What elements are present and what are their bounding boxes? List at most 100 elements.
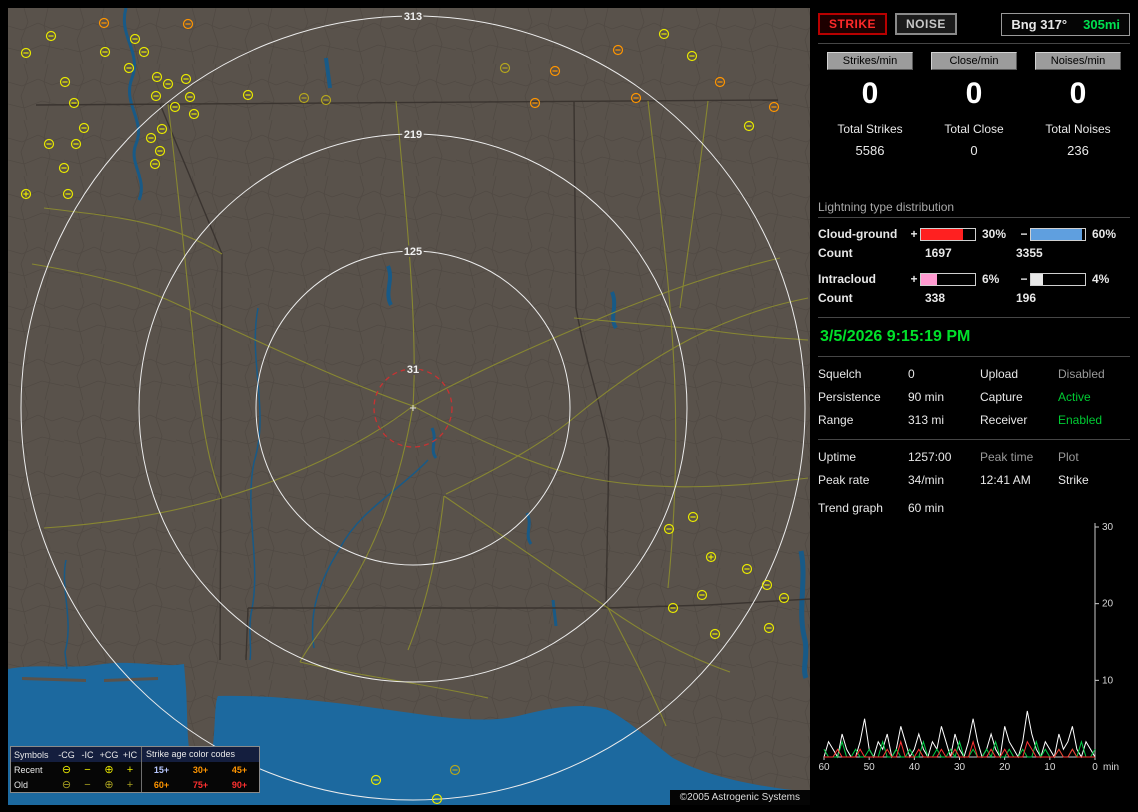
status-label: Range: [818, 413, 908, 427]
lightning-map[interactable]: 31321912531 Symbols -CG -IC +CG +IC Rece…: [8, 8, 810, 805]
stat-label: Peak time: [980, 450, 1058, 464]
distribution-label: Intracloud: [818, 272, 908, 286]
minus-sign: −: [1018, 272, 1030, 286]
legend-age-row: 60+75+90+: [142, 777, 259, 792]
distribution-label: Cloud-ground: [818, 227, 908, 241]
datetime-display: 3/5/2026 9:15:19 PM: [818, 321, 1130, 353]
counter-label: Close/min: [931, 52, 1017, 70]
cg-positive-pct: 30%: [976, 227, 1018, 241]
x-tick-label: 20: [999, 762, 1011, 771]
count-label: Count: [818, 291, 908, 305]
plus-sign: +: [908, 227, 920, 241]
cloud-ground-counts: Count 1697 3355: [818, 246, 1130, 260]
strike-indicator[interactable]: STRIKE: [818, 13, 887, 35]
counter-value: 0: [922, 77, 1026, 111]
cloud-ground-row: Cloud-ground + 30% − 60%: [818, 227, 1130, 241]
counter-value: 0: [818, 77, 922, 111]
legend-row: Recent⊖−⊕+: [11, 762, 141, 777]
stat-label: Uptime: [818, 450, 908, 464]
counter-label: Noises/min: [1035, 52, 1121, 70]
status-value: 313 mi: [908, 413, 980, 427]
ic-positive-bar: [920, 273, 976, 286]
divider: [818, 43, 1130, 44]
status-label: Upload: [980, 367, 1058, 381]
status-label: Receiver: [980, 413, 1058, 427]
cg-positive-count: 1697: [908, 246, 1006, 260]
age-code-label: 45+: [220, 765, 259, 775]
divider: [818, 439, 1130, 440]
divider: [818, 317, 1130, 318]
legend-m-symbol: −: [77, 780, 98, 790]
legend-col-neg-cg: -CG: [56, 750, 77, 760]
age-code-label: 90+: [220, 780, 259, 790]
total-value: 236: [1026, 143, 1130, 158]
map-canvas: 31321912531: [8, 8, 810, 805]
legend-p-symbol: +: [120, 780, 140, 790]
total-value: 5586: [818, 143, 922, 158]
intracloud-counts: Count 338 196: [818, 291, 1130, 305]
status-value: 0: [908, 367, 980, 381]
legend-cp-symbol: ⊕: [98, 765, 120, 775]
legend-symbols-header-row: Symbols -CG -IC +CG +IC: [11, 747, 141, 762]
x-tick-label: 30: [954, 762, 966, 771]
age-code-label: 75+: [181, 780, 220, 790]
noise-indicator[interactable]: NOISE: [895, 13, 957, 35]
status-label: Squelch: [818, 367, 908, 381]
status-value: Active: [1058, 390, 1130, 404]
y-tick-label: 10: [1102, 675, 1114, 686]
indicator-bar: STRIKE NOISE Bng 317° 305mi: [818, 8, 1130, 40]
bearing-value: Bng 317°: [1011, 17, 1067, 32]
ic-negative-count: 196: [1006, 291, 1130, 305]
divider: [818, 356, 1130, 357]
total-label: Total Close: [922, 122, 1026, 136]
divider: [818, 217, 1130, 218]
counter-label: Strikes/min: [827, 52, 913, 70]
range-ring-label: 125: [404, 246, 422, 258]
app-window: 31321912531 Symbols -CG -IC +CG +IC Rece…: [0, 0, 1138, 812]
ic-positive-count: 338: [908, 291, 1006, 305]
legend-row-name: Old: [14, 780, 56, 790]
legend-col-neg-ic: -IC: [77, 750, 98, 760]
legend-cm-symbol: ⊖: [56, 780, 77, 790]
y-tick-label: 20: [1102, 599, 1114, 610]
ic-negative-pct: 4%: [1086, 272, 1120, 286]
trend-label: Trend graph: [818, 501, 908, 515]
plus-sign: +: [908, 272, 920, 286]
cg-negative-pct: 60%: [1086, 227, 1120, 241]
age-code-label: 15+: [142, 765, 181, 775]
x-tick-label: 60: [818, 762, 830, 771]
x-axis-unit-label: min: [1103, 762, 1119, 771]
stat-value: 12:41 AM: [980, 473, 1058, 487]
legend-col-pos-cg: +CG: [98, 750, 120, 760]
legend-cm-symbol: ⊖: [56, 765, 77, 775]
legend-symbols-section: Symbols -CG -IC +CG +IC Recent⊖−⊕+Old⊖−⊕…: [11, 747, 142, 792]
bearing-display: Bng 317° 305mi: [1001, 13, 1130, 36]
status-value: Disabled: [1058, 367, 1130, 381]
intracloud-row: Intracloud + 6% − 4%: [818, 272, 1130, 286]
stat-value: 34/min: [908, 473, 980, 487]
copyright-text: ©2005 Astrogenic Systems: [670, 790, 810, 805]
x-tick-label: 40: [909, 762, 921, 771]
legend-row-name: Recent: [14, 765, 56, 775]
legend-age-section: Strike age color codes 15+30+45+60+75+90…: [142, 747, 259, 792]
receiver-status: Squelch 0 Upload Disabled Persistence 90…: [818, 367, 1130, 427]
legend-p-symbol: +: [120, 765, 140, 775]
map-legend: Symbols -CG -IC +CG +IC Recent⊖−⊕+Old⊖−⊕…: [10, 746, 260, 793]
cg-negative-count: 3355: [1006, 246, 1130, 260]
stat-label: Peak rate: [818, 473, 908, 487]
rate-counters: Strikes/min 0 Total Strikes 5586 Close/m…: [818, 52, 1130, 158]
x-tick-label: 0: [1092, 762, 1098, 771]
bearing-distance: 305mi: [1083, 17, 1120, 32]
close-per-min-counter: Close/min 0 Total Close 0: [922, 52, 1026, 158]
range-ring-label: 31: [407, 364, 419, 376]
trend-window: 60 min: [908, 501, 1130, 515]
legend-col-pos-ic: +IC: [120, 750, 140, 760]
distribution-title: Lightning type distribution: [818, 200, 1130, 214]
counter-value: 0: [1026, 77, 1130, 111]
minus-sign: −: [1018, 227, 1030, 241]
status-label: Persistence: [818, 390, 908, 404]
y-tick-label: 30: [1102, 522, 1114, 533]
legend-row: Old⊖−⊕+: [11, 777, 141, 792]
age-code-label: 60+: [142, 780, 181, 790]
total-label: Total Noises: [1026, 122, 1130, 136]
